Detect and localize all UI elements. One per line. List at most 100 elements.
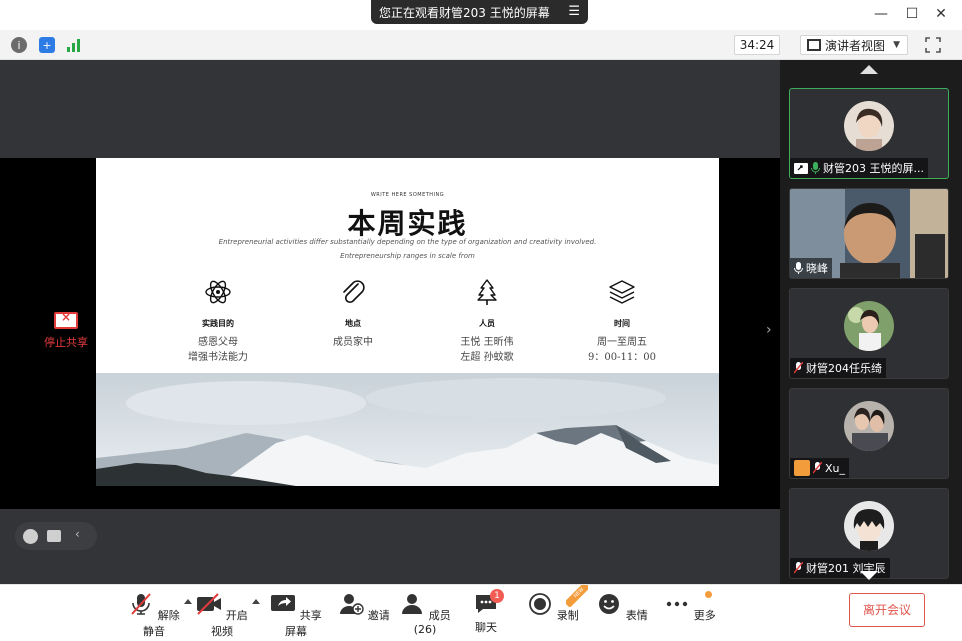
participant-tile[interactable]: 财管204任乐绮: [789, 288, 949, 379]
tree-icon: [477, 279, 497, 305]
slide-subtitle-1: Entrepreneurial activities differ substa…: [218, 238, 597, 246]
participant-name: Xu_: [825, 461, 846, 475]
column-line-2: 左超 孙蚊歌: [460, 352, 514, 363]
chat-label: 聊天: [475, 621, 497, 634]
share-banner-text: 您正在观看财管203 王悦的屏幕: [379, 5, 550, 20]
stop-share-button[interactable]: 停止共享: [42, 310, 90, 350]
more-icon: [667, 601, 688, 607]
start-video-button[interactable]: 开启视频: [192, 593, 252, 639]
participant-tile[interactable]: 晓峰: [789, 188, 949, 279]
grid-view-icon: [807, 39, 821, 51]
slide-kicker: WRITE HERE SOMETHING: [370, 192, 445, 198]
stage-top-band: [0, 60, 780, 158]
minimize-button[interactable]: —: [872, 6, 890, 22]
stage-bottom-band: [0, 509, 780, 584]
slide-subtitle-2: Entrepreneurship ranges in scale from: [340, 252, 475, 260]
chat-bubble-icon[interactable]: [47, 530, 61, 542]
slide-title: 本周实践: [347, 207, 468, 240]
column-head: 地点: [345, 319, 361, 328]
video-off-icon: [197, 593, 222, 615]
mic-icon: [794, 262, 803, 274]
notification-dot: [705, 591, 712, 598]
mic-muted-icon: [794, 362, 803, 374]
participant-tile[interactable]: Xu_: [789, 388, 949, 479]
info-icon[interactable]: i: [11, 37, 27, 53]
close-button[interactable]: ✕: [932, 6, 950, 22]
participant-tile[interactable]: 财管201 刘宇辰: [789, 488, 949, 579]
share-banner[interactable]: 您正在观看财管203 王悦的屏幕 ☰: [371, 0, 588, 24]
view-mode-dropdown[interactable]: 演讲者视图 ▼: [800, 35, 908, 55]
slide-column-people: 人员 王悦 王昕伟 左超 孙蚊歌: [417, 278, 557, 365]
column-line-1: 感恩父母: [198, 337, 238, 348]
invite-button[interactable]: 邀请: [334, 593, 394, 623]
scroll-up-icon[interactable]: [860, 65, 878, 74]
mountain-photo: [96, 373, 719, 486]
next-page-arrow[interactable]: ›: [766, 322, 772, 338]
share-screen-icon: [271, 595, 296, 611]
paperclip-icon: [343, 280, 365, 304]
collapse-icon[interactable]: ‹: [75, 527, 80, 541]
info-bar: i + 34:24 演讲者视图 ▼: [0, 30, 962, 60]
new-tag-text: NEW: [566, 585, 588, 607]
signal-icon[interactable]: [66, 37, 82, 53]
avatar: [844, 501, 894, 551]
slide-column-purpose: 实践目的 感恩父母 增强书法能力: [148, 278, 288, 365]
mic-icon: [811, 162, 820, 174]
participant-label: 晓峰: [790, 258, 832, 278]
meeting-toolbar: 解除静音 开启视频 共享屏幕 邀请 成员(26) 1 聊天 录制 NEW 表情 …: [0, 584, 962, 641]
more-label: 更多: [693, 609, 716, 622]
participant-label: 财管204任乐绮: [790, 358, 886, 378]
monitor-icon: [54, 310, 78, 329]
audio-options-caret[interactable]: [184, 599, 192, 604]
reactions-button[interactable]: 表情: [592, 593, 652, 623]
video-options-caret[interactable]: [252, 599, 260, 604]
unmute-button[interactable]: 解除静音: [124, 593, 184, 639]
more-button[interactable]: 更多: [660, 593, 720, 623]
column-head: 实践目的: [202, 319, 234, 328]
mic-muted-icon: [131, 593, 151, 615]
invite-label: 邀请: [367, 609, 390, 622]
screen-share-icon: [794, 162, 808, 174]
participant-label: Xu_: [790, 458, 850, 478]
fullscreen-icon[interactable]: [925, 37, 941, 53]
atom-icon: [205, 280, 231, 304]
shield-icon[interactable]: +: [39, 37, 55, 53]
participant-label: 财管203 王悦的屏...: [790, 158, 928, 178]
host-badge-icon: [794, 460, 810, 476]
emoji-icon: [599, 594, 620, 614]
column-line-1: 周一至周五: [597, 337, 647, 348]
meeting-timer: 34:24: [734, 35, 780, 55]
chat-strip: ‹: [15, 522, 97, 550]
layers-icon: [609, 280, 635, 304]
record-icon: [529, 593, 552, 615]
record-label: 录制: [556, 609, 579, 622]
column-line-2: 9：00-11：00: [588, 352, 656, 363]
view-mode-label: 演讲者视图: [825, 38, 886, 53]
emoji-icon[interactable]: [23, 529, 38, 544]
avatar: [844, 301, 894, 351]
participant-name: 晓峰: [806, 262, 828, 275]
leave-meeting-button[interactable]: 离开会议: [849, 593, 925, 627]
participant-tile[interactable]: 财管203 王悦的屏...: [789, 88, 949, 179]
chat-icon-wrap: 1: [473, 589, 504, 615]
chat-button[interactable]: 1 聊天: [456, 589, 516, 635]
column-line-2: 增强书法能力: [188, 352, 248, 363]
new-tag: NEW: [566, 585, 588, 607]
menu-icon[interactable]: ☰: [568, 4, 580, 19]
column-head: 人员: [479, 319, 495, 328]
members-button[interactable]: 成员(26): [395, 593, 455, 636]
presentation-slide: WRITE HERE SOMETHING 本周实践 Entrepreneuria…: [96, 158, 719, 486]
add-user-icon: [340, 594, 364, 615]
participant-name: 财管204任乐绮: [806, 362, 882, 375]
avatar: [844, 401, 894, 451]
share-screen-button[interactable]: 共享屏幕: [266, 593, 326, 639]
reactions-label: 表情: [625, 609, 648, 622]
scroll-down-icon[interactable]: [860, 571, 878, 580]
chat-badge: 1: [490, 589, 504, 603]
maximize-button[interactable]: ☐: [903, 6, 921, 22]
mic-muted-icon: [813, 462, 822, 474]
title-bar: 您正在观看财管203 王悦的屏幕 ☰ — ☐ ✕: [0, 0, 962, 30]
participant-gallery: 财管203 王悦的屏... 晓峰 财管204任乐绮 Xu_ 财管201 刘宇辰: [780, 60, 962, 584]
slide-column-location: 地点 成员家中: [283, 278, 423, 350]
column-line-1: 王悦 王昕伟: [460, 337, 514, 348]
